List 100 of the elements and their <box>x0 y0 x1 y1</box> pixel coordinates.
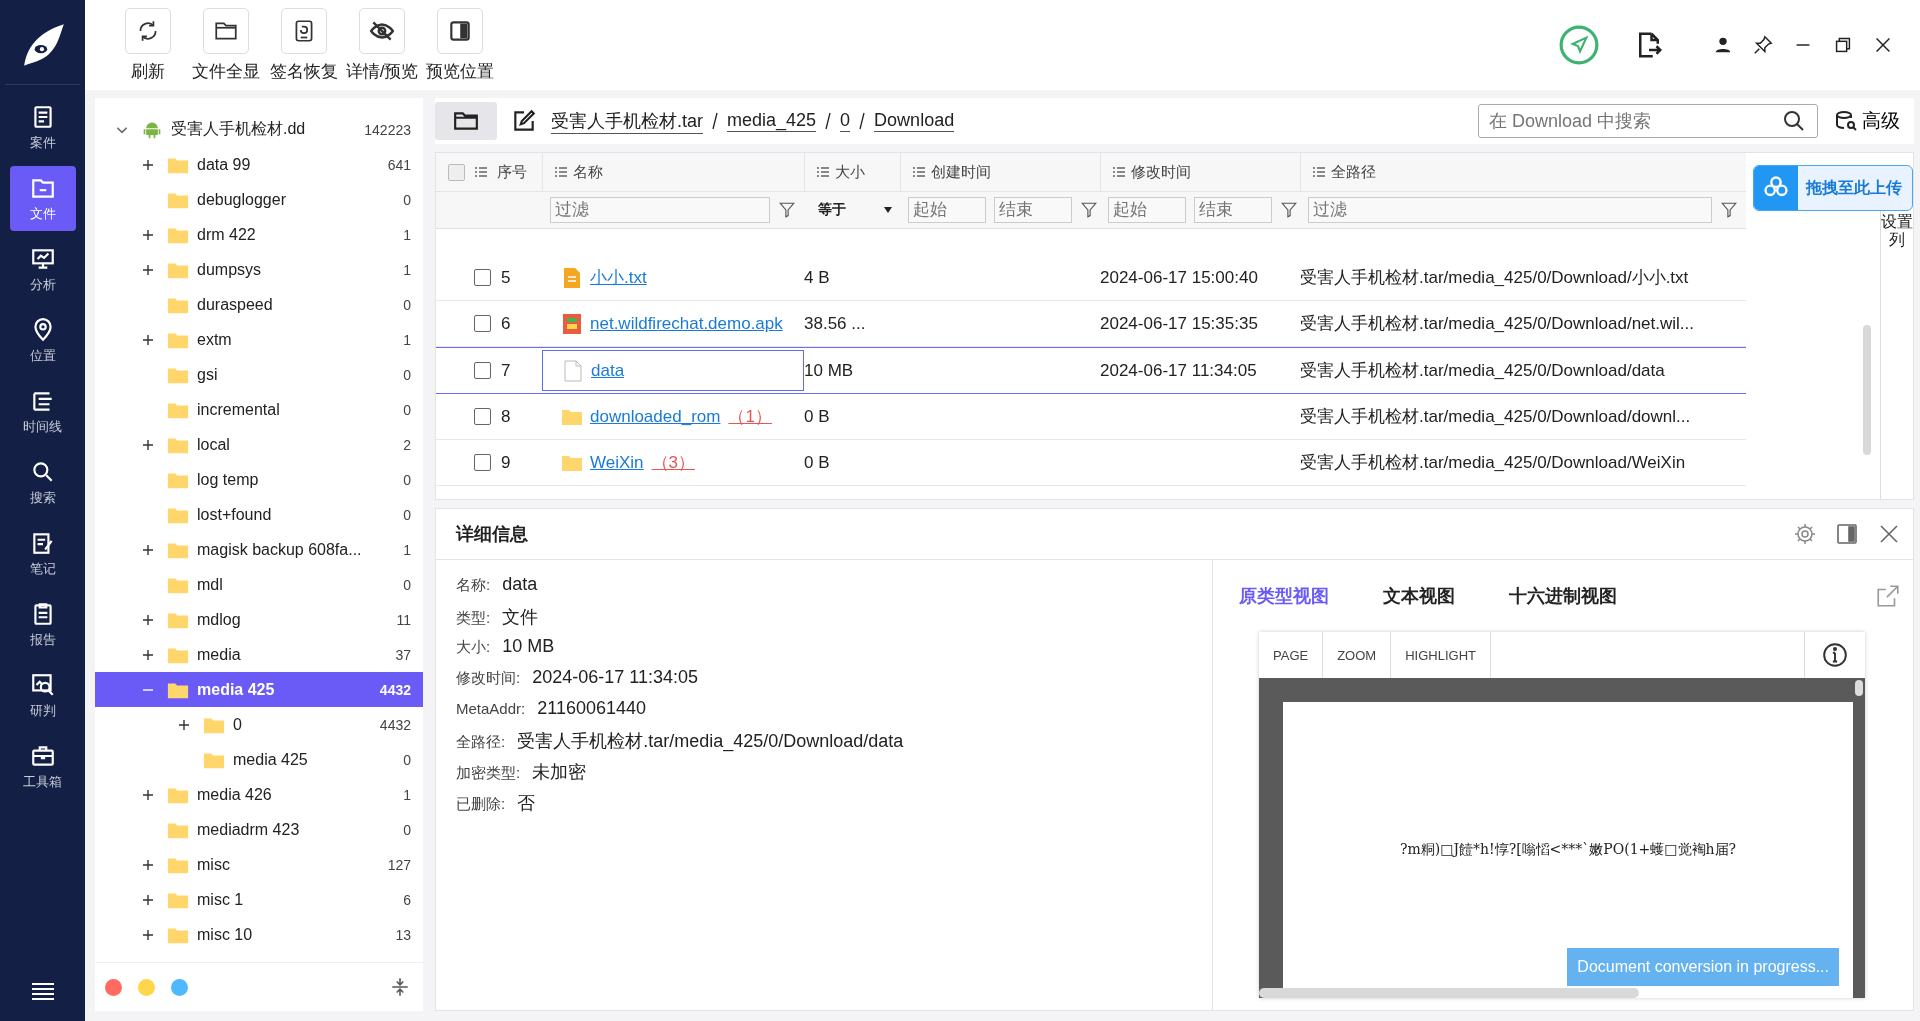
settings-icon[interactable] <box>1793 522 1817 546</box>
tree-item[interactable]: incremental 0 <box>95 392 423 427</box>
table-row[interactable]: 8 downloaded_rom （1） 0 B 受害人手机检材.tar/media_425/0/Download/downl... <box>436 394 1746 440</box>
row-checkbox[interactable] <box>474 408 491 425</box>
tree-item[interactable]: debuglogger 0 <box>95 182 423 217</box>
plus-icon[interactable] <box>142 613 154 626</box>
plus-icon[interactable] <box>142 858 154 871</box>
tree-item[interactable]: duraspeed 0 <box>95 287 423 322</box>
tree-item[interactable]: mdl 0 <box>95 567 423 602</box>
search-field[interactable]: 在 Download 中搜索 <box>1478 104 1818 138</box>
breadcrumb-link[interactable]: media_425 <box>727 110 817 132</box>
nav-item[interactable]: 时间线 <box>9 379 76 444</box>
view-tab[interactable]: 原类型视图 <box>1239 584 1329 608</box>
file-link[interactable]: 小小.txt <box>590 266 647 289</box>
row-checkbox[interactable] <box>474 454 491 471</box>
table-row[interactable]: 7 data 10 MB 2024-06-17 11:34:05 受害人手机检材.tar/media_425/0/Download/data <box>436 347 1746 394</box>
breadcrumb-link[interactable]: 0 <box>840 110 851 132</box>
pin-icon[interactable] <box>1752 34 1774 56</box>
filter-icon[interactable] <box>1080 201 1098 219</box>
tree-item[interactable]: media 425 0 <box>95 742 423 777</box>
table-row[interactable]: 5 小小.txt 4 B 2024-06-17 15:00:40 受害人手机检材.tar/media_425/0/Download/小小.txt <box>436 255 1746 301</box>
advanced-search-button[interactable]: 高级 <box>1828 107 1906 135</box>
collapse-icon[interactable] <box>389 976 411 998</box>
status-dot[interactable] <box>138 978 155 996</box>
select-all-checkbox[interactable] <box>448 163 465 181</box>
plus-icon[interactable] <box>142 263 154 276</box>
operator-dropdown[interactable]: 等于 <box>812 201 892 219</box>
tree-item[interactable]: log temp 0 <box>95 462 423 497</box>
view-tab[interactable]: 十六进制视图 <box>1509 584 1617 608</box>
nav-item[interactable]: 分析 <box>9 237 76 302</box>
edit-icon[interactable] <box>511 108 537 134</box>
nav-item[interactable]: 文件 <box>9 166 76 231</box>
plus-icon[interactable] <box>142 543 154 556</box>
tree-item[interactable]: data 99 641 <box>95 147 423 182</box>
status-dot[interactable] <box>105 978 122 996</box>
tree-item[interactable]: mdlog 11 <box>95 602 423 637</box>
toolbar-button[interactable]: 文件全显 <box>189 8 263 83</box>
nav-item[interactable]: 工具箱 <box>9 734 76 799</box>
tree-item[interactable]: misc 127 <box>95 847 423 882</box>
nav-item[interactable]: 案件 <box>9 95 76 160</box>
tree-item[interactable]: drm 422 1 <box>95 217 423 252</box>
plus-icon[interactable] <box>142 438 154 451</box>
panel-layout-icon[interactable] <box>1835 522 1859 546</box>
table-row[interactable]: 6 net.wildfirechat.demo.apk 38.56 ... 2024-06-17 15:35:35 受害人手机检材.tar/media_425/0/Download/net.wil... <box>436 301 1746 347</box>
column-header[interactable]: 修改时间 <box>1131 162 1191 182</box>
view-tab[interactable]: 文本视图 <box>1383 584 1455 608</box>
end-field[interactable]: 结束 <box>994 197 1072 223</box>
filter-icon[interactable] <box>1720 201 1738 219</box>
plus-icon[interactable] <box>142 228 154 241</box>
open-external-icon[interactable] <box>1875 583 1901 609</box>
tree-item[interactable]: gsi 0 <box>95 357 423 392</box>
filter-icon[interactable] <box>778 201 796 219</box>
end-field[interactable]: 结束 <box>1194 197 1272 223</box>
upload-button[interactable]: 拖拽至此上传 <box>1753 165 1913 211</box>
row-checkbox[interactable] <box>474 269 491 286</box>
tree-item[interactable]: media 426 1 <box>95 777 423 812</box>
toolbar-button[interactable]: 详情/预览 <box>345 8 419 83</box>
item-count-link[interactable]: （3） <box>651 451 695 474</box>
plus-icon[interactable] <box>178 718 190 731</box>
navigation-icon[interactable] <box>1558 24 1600 66</box>
column-header[interactable]: 全路径 <box>1331 162 1376 182</box>
tree-item[interactable]: lost+found 0 <box>95 497 423 532</box>
file-link[interactable]: downloaded_rom <box>590 406 721 427</box>
plus-icon[interactable] <box>142 928 154 941</box>
nav-item[interactable]: 搜索 <box>9 450 76 515</box>
nav-item[interactable]: 研判 <box>9 663 76 728</box>
tree-item[interactable]: media 37 <box>95 637 423 672</box>
plus-icon[interactable] <box>142 158 154 171</box>
tree-item[interactable]: misc 1 6 <box>95 882 423 917</box>
tree-item[interactable]: dumpsys 1 <box>95 252 423 287</box>
tree-item[interactable]: extm 1 <box>95 322 423 357</box>
toolbar-button[interactable]: 刷新 <box>111 8 185 83</box>
tree-item[interactable]: mediadrm 423 0 <box>95 812 423 847</box>
tree-item[interactable]: media 425 4432 <box>95 672 423 707</box>
start-field[interactable]: 起始 <box>1108 197 1186 223</box>
filter-icon[interactable] <box>1280 201 1298 219</box>
nav-item[interactable]: 报告 <box>9 592 76 657</box>
scrollbar-thumb[interactable] <box>1863 325 1871 455</box>
file-link[interactable]: data <box>591 360 625 381</box>
tree-item[interactable]: 0 4432 <box>95 707 423 742</box>
column-settings-tab[interactable]: 设置列 <box>1880 211 1913 499</box>
row-checkbox[interactable] <box>474 362 491 379</box>
column-header[interactable]: 创建时间 <box>931 162 991 182</box>
toolbar-button[interactable]: 签名恢复 <box>267 8 341 83</box>
scrollbar-thumb[interactable] <box>1855 680 1863 696</box>
nav-item[interactable]: 位置 <box>9 308 76 373</box>
row-checkbox[interactable] <box>474 315 491 332</box>
column-header[interactable]: 序号 <box>497 162 527 182</box>
filter-field[interactable]: 过滤 <box>550 197 770 223</box>
tree-item[interactable]: local 2 <box>95 427 423 462</box>
start-field[interactable]: 起始 <box>908 197 986 223</box>
tree-item[interactable]: magisk backup 608fa... 1 <box>95 532 423 567</box>
file-link[interactable]: WeiXin <box>590 452 644 473</box>
toolbar-button[interactable]: 预览位置 <box>423 8 497 83</box>
file-link[interactable]: net.wildfirechat.demo.apk <box>590 313 783 334</box>
tree-item[interactable]: 受害人手机检材.dd 142223 <box>95 112 423 147</box>
breadcrumb-link[interactable]: Download <box>874 110 955 132</box>
column-header[interactable]: 名称 <box>573 162 603 182</box>
plus-icon[interactable] <box>142 893 154 906</box>
item-count-link[interactable]: （1） <box>728 405 772 428</box>
